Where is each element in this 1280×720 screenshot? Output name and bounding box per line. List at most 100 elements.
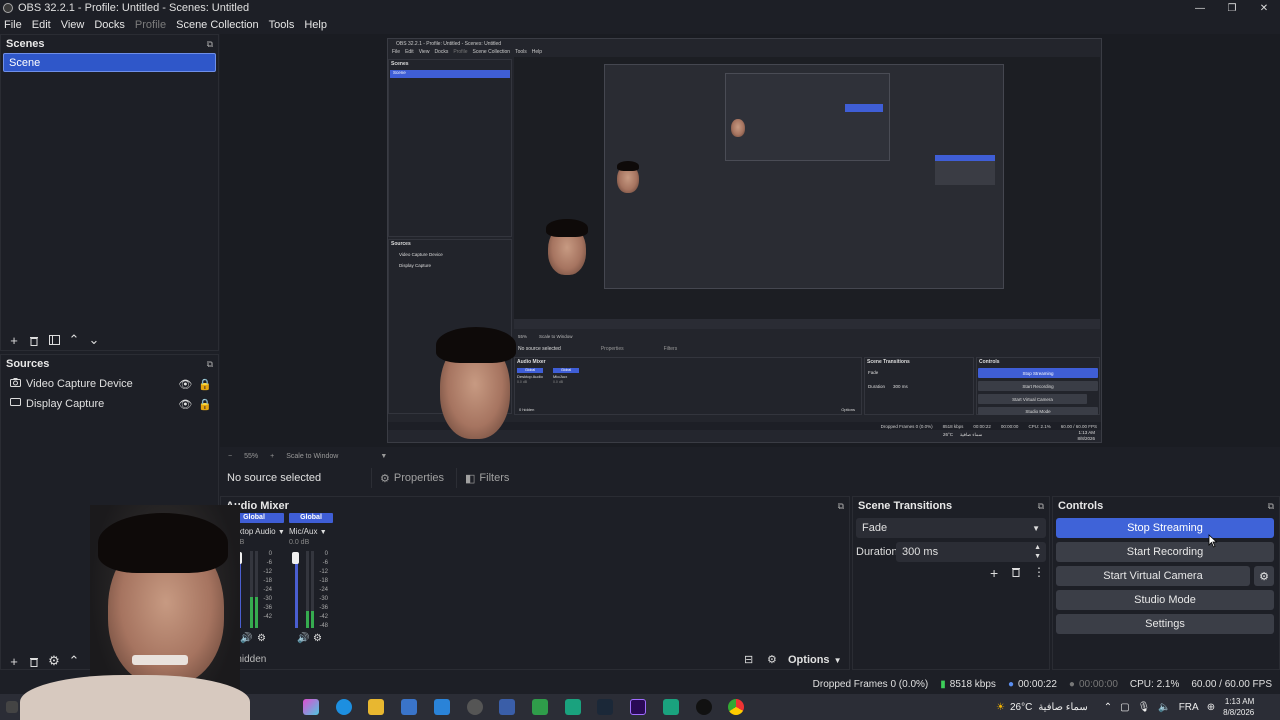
app-icon[interactable]	[532, 699, 548, 715]
volume-knob[interactable]	[235, 552, 242, 564]
duration-input[interactable]: 300 ms ▲ ▼	[896, 542, 1046, 562]
cpu-usage: CPU: 2.1%	[1129, 678, 1180, 690]
add-source-icon[interactable]: +	[5, 652, 23, 670]
windows-start-icon[interactable]	[6, 701, 18, 713]
channel-name[interactable]: Desktop Audio ▼	[224, 527, 285, 536]
remove-source-icon[interactable]	[25, 652, 43, 670]
properties-button[interactable]: ⚙ Properties	[371, 468, 452, 488]
speaker-icon[interactable]: 🔊	[297, 633, 309, 644]
dock-float-icon[interactable]: ⧉	[1038, 501, 1044, 512]
zoom-in-button[interactable]: +	[270, 453, 274, 460]
volume-slider-desktop[interactable]	[238, 556, 241, 628]
remove-transition-icon[interactable]	[1011, 566, 1021, 580]
scale-tick: -42	[319, 614, 328, 620]
source-properties-gear-icon[interactable]: ⚙	[45, 652, 63, 670]
menu-view[interactable]: View	[61, 19, 85, 31]
scale-to-window-select[interactable]: Scale to Window	[286, 453, 338, 460]
restore-button[interactable]: ❐	[1216, 0, 1248, 16]
speaker-icon[interactable]: 🔊	[240, 633, 252, 644]
volume-knob[interactable]	[292, 552, 299, 564]
remove-scene-icon[interactable]	[25, 331, 43, 349]
scene-filters-icon[interactable]	[45, 331, 63, 349]
menu-docks[interactable]: Docks	[94, 19, 125, 31]
deep-face	[731, 119, 745, 137]
source-item-video-capture[interactable]: Video Capture Device 👁 🔒	[1, 374, 218, 394]
menu-help[interactable]: Help	[304, 19, 327, 31]
start-recording-button[interactable]: Start Recording	[1056, 542, 1274, 562]
close-button[interactable]: ✕	[1248, 0, 1280, 16]
steam-icon[interactable]	[597, 699, 613, 715]
dock-float-icon[interactable]: ⧉	[1268, 501, 1274, 512]
app-icon[interactable]	[565, 699, 581, 715]
no-source-label: No source selected	[227, 472, 322, 484]
move-scene-down-icon[interactable]: ⌄	[85, 331, 103, 349]
mixer-layout-icon[interactable]: ⊟	[744, 653, 753, 666]
microphone-icon[interactable]: 🎙	[1138, 702, 1151, 713]
capcut-icon[interactable]	[696, 699, 712, 715]
stop-streaming-button[interactable]: Stop Streaming	[1056, 518, 1274, 538]
nested-hair	[546, 219, 588, 237]
studio-mode-button[interactable]: Studio Mode	[1056, 590, 1274, 610]
chrome-icon[interactable]	[728, 699, 744, 715]
options-button[interactable]: Options ▼	[788, 651, 844, 669]
menu-scene-collection[interactable]: Scene Collection	[176, 19, 259, 31]
copilot-icon[interactable]	[303, 699, 319, 715]
more-options-icon[interactable]: ⋮	[1033, 565, 1045, 579]
weather-temp: 26°C	[1009, 701, 1033, 713]
source-name: Display Capture	[26, 398, 105, 410]
network-icon[interactable]: ⊕	[1207, 702, 1215, 713]
channel-settings-gear-icon[interactable]: ⚙	[257, 633, 266, 644]
add-scene-icon[interactable]: +	[5, 331, 23, 349]
app-icon[interactable]	[663, 699, 679, 715]
scene-item[interactable]: Scene	[3, 53, 216, 72]
settings-button[interactable]: Settings	[1056, 614, 1274, 634]
lock-icon[interactable]: 🔒	[198, 398, 212, 411]
visibility-eye-icon[interactable]: 👁	[178, 378, 192, 391]
dock-float-icon[interactable]: ⧉	[838, 501, 844, 512]
volume-slider-mic[interactable]	[295, 556, 298, 628]
transition-select[interactable]: Fade ▼	[856, 518, 1046, 538]
app-icon[interactable]	[499, 699, 515, 715]
premiere-icon[interactable]	[630, 699, 646, 715]
menu-tools[interactable]: Tools	[269, 19, 295, 31]
lock-icon[interactable]: 🔒	[198, 378, 212, 391]
advanced-audio-icon[interactable]: ⚙	[767, 653, 777, 666]
visibility-eye-icon[interactable]: 👁	[178, 398, 192, 411]
stream-time-value: 00:00:22	[1017, 678, 1057, 690]
channel-settings-gear-icon[interactable]: ⚙	[313, 633, 322, 644]
menu-file[interactable]: File	[4, 19, 22, 31]
nested-mixer-db: 0.0 dB	[553, 380, 564, 384]
dock-float-icon[interactable]: ⧉	[207, 39, 213, 50]
outlook-icon[interactable]	[434, 699, 450, 715]
tray-icon[interactable]: ▢	[1120, 702, 1129, 713]
store-icon[interactable]	[401, 699, 417, 715]
move-source-up-icon[interactable]: ⌃	[65, 652, 83, 670]
clock[interactable]: 1:13 AM 8/8/2026	[1223, 696, 1254, 718]
nested-menu-item: View	[418, 49, 430, 55]
file-explorer-icon[interactable]	[368, 699, 384, 715]
menu-profile[interactable]: Profile	[135, 19, 166, 31]
zoom-out-button[interactable]: −	[228, 453, 232, 460]
dock-float-icon[interactable]: ⧉	[207, 359, 213, 370]
language-indicator[interactable]: FRA	[1179, 702, 1199, 713]
move-scene-up-icon[interactable]: ⌃	[65, 331, 83, 349]
add-transition-icon[interactable]: +	[990, 565, 998, 581]
scenes-list[interactable]: Scene	[1, 53, 218, 328]
spin-arrows-icon[interactable]: ▲ ▼	[1034, 543, 1041, 561]
nested-trans-title: Scene Transitions	[867, 359, 910, 365]
nested-no-source: No source selected	[518, 346, 561, 352]
edge-icon[interactable]	[336, 699, 352, 715]
scale-tick: -18	[319, 578, 328, 584]
tray-chevron-icon[interactable]: ⌃	[1104, 702, 1112, 713]
minimize-button[interactable]: —	[1184, 0, 1216, 16]
start-virtual-camera-button[interactable]: Start Virtual Camera	[1056, 566, 1250, 586]
hidden-count: 0 hidden	[228, 654, 267, 665]
channel-name[interactable]: Mic/Aux ▼	[289, 527, 333, 536]
source-item-display-capture[interactable]: Display Capture 👁 🔒	[1, 394, 218, 414]
virtual-camera-settings-gear-icon[interactable]: ⚙	[1254, 566, 1274, 586]
chevron-down-icon[interactable]: ▼	[380, 453, 387, 460]
obs-taskbar-icon[interactable]	[467, 699, 483, 715]
volume-icon[interactable]: 🔈	[1158, 702, 1170, 713]
filters-button[interactable]: ◧ Filters	[456, 468, 517, 488]
menu-edit[interactable]: Edit	[32, 19, 51, 31]
